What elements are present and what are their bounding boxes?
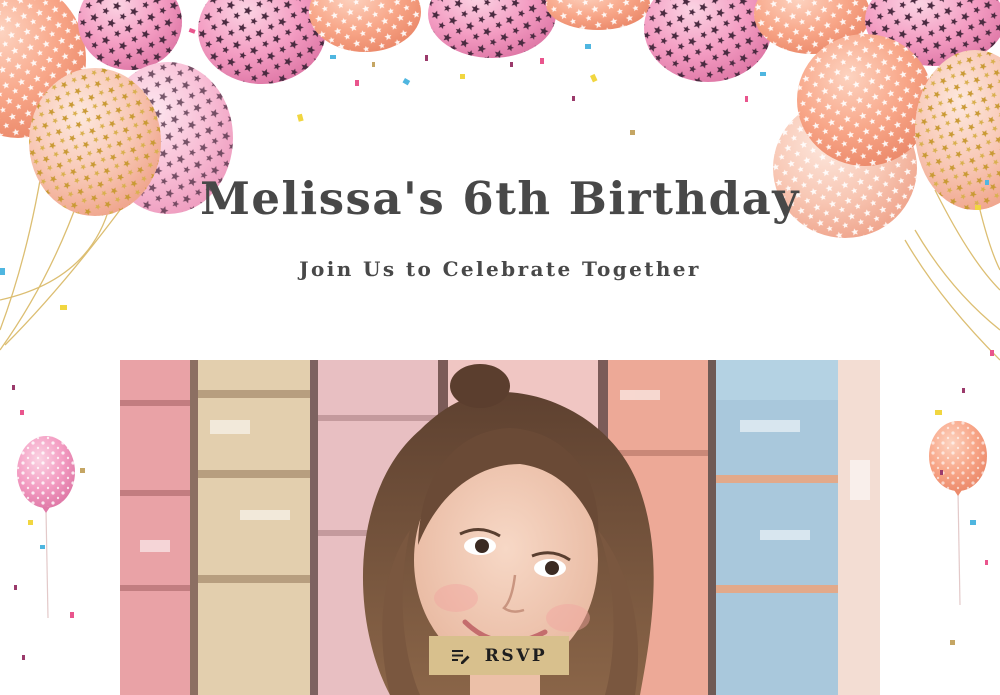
invitation-page: Melissa's 6th Birthday Join Us to Celebr… [0,0,1000,695]
page-subtitle: Join Us to Celebrate Together [299,257,701,281]
page-title: Melissa's 6th Birthday [200,172,800,225]
rsvp-button-label: RSVP [484,645,548,666]
edit-list-icon [451,649,470,664]
rsvp-button[interactable]: RSVP [429,636,569,675]
